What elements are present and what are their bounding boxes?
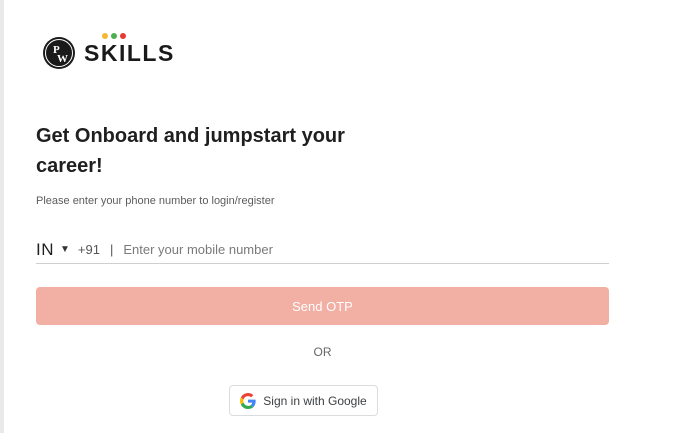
phone-field: IN ▼ +91 | [36,236,609,264]
brand-dots [102,32,126,39]
brand-dot-red [120,32,126,39]
brand-name: SKILLS [84,39,175,66]
google-sign-in-button[interactable]: Sign in with Google [229,385,378,416]
login-instruction: Please enter your phone number to login/… [36,195,275,207]
or-divider: OR [313,345,332,359]
google-button-label: Sign in with Google [263,393,367,408]
brand-dot-green [111,32,117,39]
page-edge [0,0,4,433]
dial-code: +91 [77,242,100,257]
google-icon [240,392,256,409]
country-code: IN [36,239,54,259]
send-otp-button[interactable]: Send OTP [36,287,609,325]
svg-text:W: W [57,53,68,65]
caret-down-icon: ▼ [60,244,70,255]
brand-dot-yellow [102,32,108,39]
brand-wordmark: SKILLS [84,32,175,67]
pw-logo-icon: P W [43,37,75,69]
brand-logo[interactable]: P W SKILLS [42,32,175,70]
country-selector[interactable]: IN ▼ [36,240,70,260]
page-title: Get Onboard and jumpstart your career! [36,125,345,177]
field-separator: | [109,242,114,257]
mobile-number-input[interactable] [123,242,504,257]
